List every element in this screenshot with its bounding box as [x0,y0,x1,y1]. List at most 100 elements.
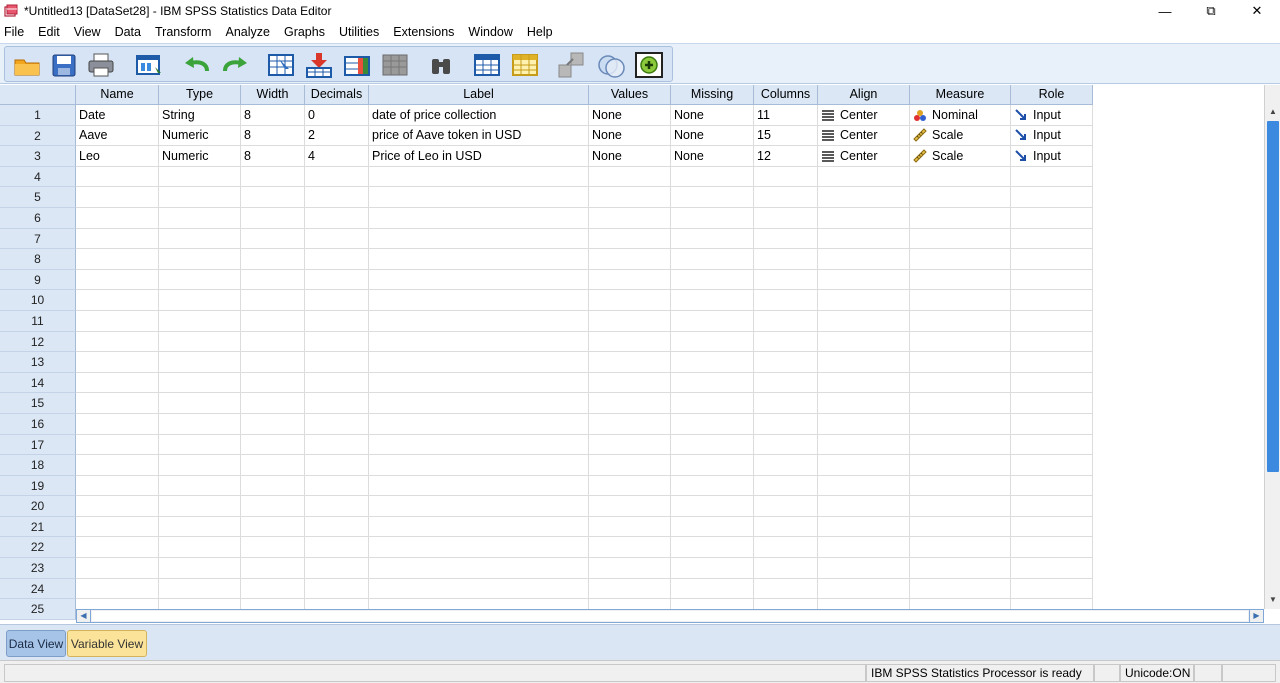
empty-cell[interactable] [910,228,1011,250]
empty-cell[interactable] [754,537,818,559]
empty-cell[interactable] [754,413,818,435]
empty-cell[interactable] [159,187,241,208]
empty-cell[interactable] [305,413,369,435]
empty-cell[interactable] [910,496,1011,517]
cell-name[interactable]: Leo [76,146,159,167]
empty-cell[interactable] [305,166,369,188]
cell-type[interactable]: String [159,105,241,126]
empty-cell[interactable] [671,393,754,414]
empty-cell[interactable] [754,228,818,250]
empty-cell[interactable] [818,537,910,559]
empty-cell[interactable] [754,331,818,353]
cell-type[interactable]: Numeric [159,125,241,147]
split-file-icon[interactable] [555,51,587,79]
menu-extensions[interactable]: Extensions [386,25,461,39]
goto-case-icon[interactable] [265,51,297,79]
empty-cell[interactable] [910,434,1011,456]
row-number[interactable]: 24 [0,578,76,600]
scroll-up-icon[interactable]: ▲ [1266,105,1280,119]
col-header-label[interactable]: Label [369,85,589,105]
empty-cell[interactable] [589,455,671,476]
empty-cell[interactable] [589,537,671,559]
empty-cell[interactable] [305,475,369,497]
empty-cell[interactable] [589,578,671,600]
empty-cell[interactable] [754,434,818,456]
empty-cell[interactable] [671,455,754,476]
row-number[interactable]: 21 [0,516,76,538]
empty-cell[interactable] [159,331,241,353]
empty-cell[interactable] [1011,331,1093,353]
empty-cell[interactable] [818,187,910,208]
empty-cell[interactable] [671,166,754,188]
empty-cell[interactable] [754,558,818,579]
empty-cell[interactable] [305,187,369,208]
empty-cell[interactable] [754,455,818,476]
scroll-down-icon[interactable]: ▼ [1266,593,1280,607]
empty-cell[interactable] [159,413,241,435]
cell-missing[interactable]: None [671,125,754,147]
empty-cell[interactable] [754,187,818,208]
empty-cell[interactable] [818,578,910,600]
empty-cell[interactable] [159,516,241,538]
undo-icon[interactable] [181,51,213,79]
empty-cell[interactable] [818,558,910,579]
empty-cell[interactable] [1011,516,1093,538]
empty-cell[interactable] [305,537,369,559]
dialog-recall-icon[interactable] [133,51,165,79]
empty-cell[interactable] [818,352,910,373]
empty-cell[interactable] [589,352,671,373]
row-number[interactable]: 2 [0,125,76,147]
goto-variable-icon[interactable] [303,51,335,79]
empty-cell[interactable] [159,290,241,311]
empty-cell[interactable] [369,475,589,497]
empty-cell[interactable] [589,475,671,497]
empty-cell[interactable] [754,578,818,600]
use-variable-sets-icon[interactable] [633,51,665,79]
empty-cell[interactable] [369,516,589,538]
empty-cell[interactable] [1011,413,1093,435]
row-number[interactable]: 17 [0,434,76,456]
empty-cell[interactable] [76,496,159,517]
empty-cell[interactable] [1011,269,1093,291]
empty-cell[interactable] [305,290,369,311]
empty-cell[interactable] [818,228,910,250]
cell-role[interactable]: Input [1011,105,1093,126]
empty-cell[interactable] [159,578,241,600]
empty-cell[interactable] [1011,249,1093,270]
row-number[interactable]: 19 [0,475,76,497]
empty-cell[interactable] [1011,352,1093,373]
cell-missing[interactable]: None [671,146,754,167]
empty-cell[interactable] [159,228,241,250]
empty-cell[interactable] [76,475,159,497]
empty-cell[interactable] [76,310,159,332]
empty-cell[interactable] [754,207,818,229]
empty-cell[interactable] [818,455,910,476]
empty-cell[interactable] [910,413,1011,435]
empty-cell[interactable] [1011,537,1093,559]
value-labels-icon[interactable] [595,51,627,79]
empty-cell[interactable] [305,455,369,476]
row-number[interactable]: 22 [0,537,76,559]
empty-cell[interactable] [159,269,241,291]
row-number[interactable]: 14 [0,372,76,394]
empty-cell[interactable] [241,475,305,497]
col-header-missing[interactable]: Missing [671,85,754,105]
empty-cell[interactable] [241,372,305,394]
empty-cell[interactable] [76,352,159,373]
empty-cell[interactable] [241,434,305,456]
row-number[interactable]: 10 [0,290,76,311]
empty-cell[interactable] [241,558,305,579]
empty-cell[interactable] [305,269,369,291]
empty-cell[interactable] [754,516,818,538]
empty-cell[interactable] [1011,207,1093,229]
row-number[interactable]: 6 [0,207,76,229]
empty-cell[interactable] [818,207,910,229]
empty-cell[interactable] [159,475,241,497]
empty-cell[interactable] [241,228,305,250]
empty-cell[interactable] [159,249,241,270]
empty-cell[interactable] [159,310,241,332]
empty-cell[interactable] [305,496,369,517]
menu-window[interactable]: Window [461,25,519,39]
variables-icon[interactable] [341,51,373,79]
empty-cell[interactable] [754,166,818,188]
